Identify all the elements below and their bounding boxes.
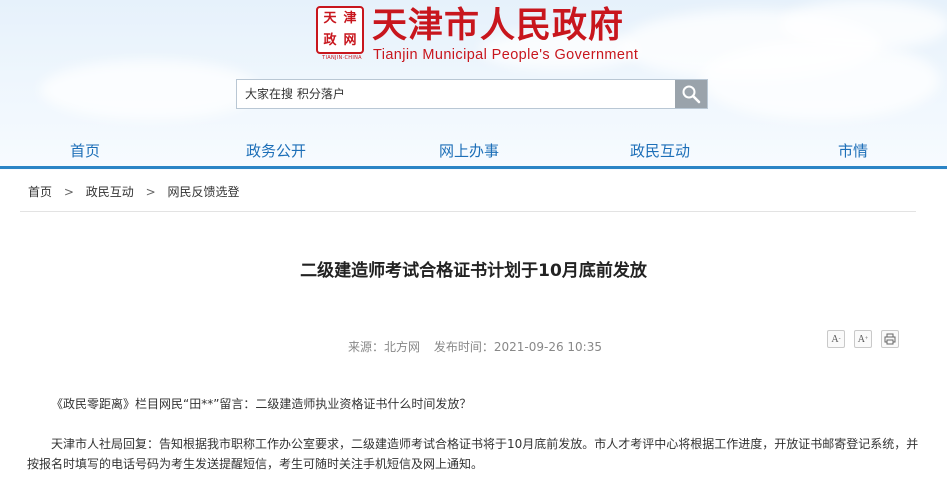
cloud-decoration — [700, 40, 940, 120]
seal-char: 天 — [323, 11, 337, 26]
nav-item-home[interactable]: 首页 — [70, 140, 100, 161]
cloud-decoration — [40, 60, 260, 120]
seal-char: 津 — [343, 11, 357, 26]
site-logo[interactable]: 天 津 政 网 TIANJIN·CHINA 天津市人民政府 Tianjin Mu… — [316, 4, 639, 64]
breadcrumb-interaction[interactable]: 政民互动 — [86, 185, 134, 199]
article-title: 二级建造师考试合格证书计划于10月底前发放 — [300, 261, 647, 281]
seal-caption: TIANJIN·CHINA — [322, 55, 362, 61]
print-icon — [884, 333, 896, 345]
article-paragraph: 《政民零距离》栏目网民“田**”留言：二级建造师执业资格证书什么时间发放？ — [51, 397, 472, 411]
article-paragraph: 天津市人社局回复：告知根据我市职称工作办公室要求，二级建造师考试合格证书将于10… — [27, 437, 919, 471]
font-decrease-button[interactable]: A- — [827, 330, 845, 348]
font-increase-label: A — [857, 333, 865, 345]
search-input[interactable] — [237, 80, 675, 108]
main-nav: 首页 政务公开 网上办事 政民互动 市情 — [0, 132, 947, 168]
search-bar — [236, 79, 708, 109]
site-title-cn: 天津市人民政府 — [372, 5, 625, 46]
breadcrumb-feedback[interactable]: 网民反馈选登 — [167, 185, 239, 199]
search-icon — [682, 85, 701, 104]
nav-item-city-info[interactable]: 市情 — [838, 140, 868, 161]
font-decrease-label: A — [831, 333, 839, 345]
seal-char: 政 — [323, 33, 337, 48]
nav-item-interaction[interactable]: 政民互动 — [630, 140, 690, 161]
search-button[interactable] — [675, 80, 707, 108]
article-meta: 来源：北方网 发布时间：2021-09-26 10:35 — [348, 338, 602, 355]
article-source: 来源：北方网 — [348, 340, 421, 354]
seal-char: 网 — [343, 33, 357, 48]
print-button[interactable] — [881, 330, 899, 348]
breadcrumb-separator: > — [145, 185, 156, 199]
breadcrumb-separator: > — [63, 185, 74, 199]
divider — [20, 211, 916, 212]
site-title-en: Tianjin Municipal People's Government — [373, 47, 639, 63]
article-publish-time: 发布时间：2021-09-26 10:35 — [433, 340, 602, 354]
nav-item-government-affairs[interactable]: 政务公开 — [246, 140, 306, 161]
breadcrumb: 首页 > 政民互动 > 网民反馈选登 — [28, 183, 239, 200]
site-header: 天 津 政 网 TIANJIN·CHINA 天津市人民政府 Tianjin Mu… — [0, 0, 947, 170]
nav-underline — [0, 166, 947, 169]
font-increase-button[interactable]: A + — [854, 330, 872, 348]
nav-item-online-services[interactable]: 网上办事 — [439, 140, 499, 161]
breadcrumb-home[interactable]: 首页 — [28, 185, 52, 199]
article-tools: A- A + — [827, 330, 899, 348]
seal-emblem-icon: 天 津 政 网 — [316, 6, 364, 54]
cloud-decoration — [780, 0, 947, 50]
